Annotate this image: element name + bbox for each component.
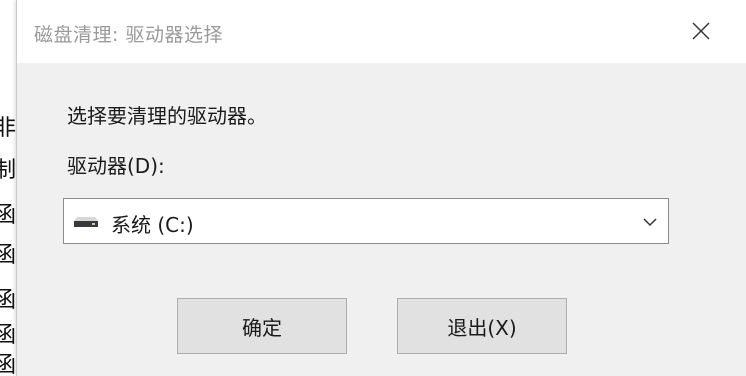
close-icon: [692, 22, 710, 40]
hard-drive-icon: [74, 217, 98, 227]
background-char: 函: [0, 243, 17, 268]
background-char: 非: [0, 116, 17, 141]
close-button[interactable]: [681, 12, 721, 50]
exit-button[interactable]: 退出(X): [397, 298, 567, 354]
background-char: 函: [0, 288, 17, 313]
title-bar[interactable]: 磁盘清理: 驱动器选择: [17, 0, 746, 63]
background-char: 函: [0, 203, 17, 228]
background-char: 函: [0, 353, 17, 376]
disk-cleanup-dialog: 磁盘清理: 驱动器选择 选择要清理的驱动器。 驱动器(D): 系统 (C:) 确…: [16, 0, 746, 376]
chevron-down-icon: [643, 218, 657, 227]
drive-label: 驱动器(D):: [67, 154, 165, 178]
window-title: 磁盘清理: 驱动器选择: [34, 24, 223, 46]
background-char: 函: [0, 323, 17, 348]
selected-drive: 系统 (C:): [111, 213, 194, 237]
background-char: 制: [0, 158, 17, 183]
ok-button[interactable]: 确定: [177, 298, 347, 354]
drive-dropdown[interactable]: 系统 (C:): [63, 198, 669, 244]
instruction-text: 选择要清理的驱动器。: [67, 104, 267, 128]
